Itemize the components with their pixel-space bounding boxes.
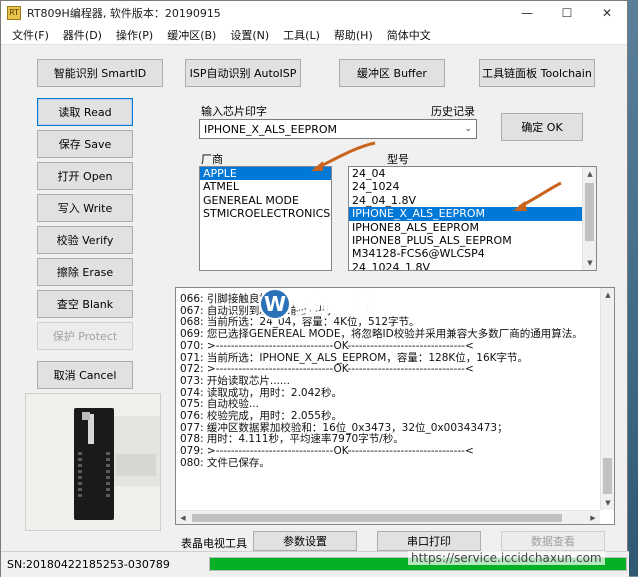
programmer-socket-image xyxy=(25,393,161,531)
data-view-button: 数据查看 xyxy=(501,531,605,551)
desktop-background xyxy=(628,0,638,576)
params-button[interactable]: 参数设置 xyxy=(253,531,357,551)
minimize-button[interactable]: — xyxy=(507,1,547,25)
buffer-button[interactable]: 缓冲区 Buffer xyxy=(339,59,445,87)
log-output[interactable]: 066: 引脚接触良好 067: 自动识别到芯片...前的型号 068: 当前所… xyxy=(175,287,615,525)
maximize-button[interactable]: ☐ xyxy=(547,1,587,25)
erase-button[interactable]: 擦除 Erase xyxy=(37,258,133,286)
scroll-thumb[interactable] xyxy=(585,183,594,241)
model-label: 型号 xyxy=(387,153,409,166)
log-line: 073: 开始读取芯片...... xyxy=(180,374,290,387)
log-horizontal-scrollbar[interactable]: ◀ ▶ xyxy=(176,510,600,524)
history-label: 历史记录 xyxy=(431,105,475,118)
scroll-down-icon[interactable]: ▼ xyxy=(583,256,596,270)
model-list-scrollbar[interactable]: ▲ ▼ xyxy=(582,167,596,270)
scroll-up-icon[interactable]: ▲ xyxy=(583,167,596,181)
log-line: 066: 引脚接触良好 xyxy=(180,293,270,305)
serial-number: SN:20180422185253-030789 xyxy=(7,558,170,571)
app-icon: RT xyxy=(7,6,21,20)
log-vertical-scrollbar[interactable]: ▲ ▼ xyxy=(600,288,614,510)
watermark-w-icon: W xyxy=(259,287,291,320)
blank-button[interactable]: 查空 Blank xyxy=(37,290,133,318)
vendor-item[interactable]: ATMEL xyxy=(200,180,331,193)
scroll-down-icon[interactable]: ▼ xyxy=(601,496,614,510)
log-line: 076: 校验完成，用时：2.055秒。 xyxy=(180,410,342,423)
lcd-tool-label[interactable]: 表晶电视工具 xyxy=(181,535,247,551)
menu-buffer[interactable]: 缓冲区(B) xyxy=(160,27,223,43)
toolchain-button[interactable]: 工具链面板 Toolchain xyxy=(479,59,595,87)
verify-button[interactable]: 校验 Verify xyxy=(37,226,133,254)
write-button[interactable]: 写入 Write xyxy=(37,194,133,222)
vendor-label: 厂商 xyxy=(201,153,223,166)
menu-tools[interactable]: 工具(L) xyxy=(276,27,327,43)
menu-operation[interactable]: 操作(P) xyxy=(109,27,160,43)
window-title: RT809H编程器, 软件版本：20190915 xyxy=(27,7,221,20)
cancel-button[interactable]: 取消 Cancel xyxy=(37,361,133,389)
annotation-arrow-icon xyxy=(513,181,562,211)
serial-print-button[interactable]: 串口打印 xyxy=(377,531,481,551)
model-item[interactable]: 24_1024_1.8V xyxy=(349,261,596,270)
scroll-thumb[interactable] xyxy=(192,514,562,522)
chevron-down-icon[interactable]: ⌄ xyxy=(464,124,472,134)
chip-marking-value: IPHONE_X_ALS_EEPROM xyxy=(204,122,337,136)
protect-button: 保护 Protect xyxy=(37,322,133,350)
close-button[interactable]: ✕ xyxy=(587,1,627,25)
model-item[interactable]: IPHONE8_ALS_EEPROM xyxy=(349,221,596,234)
log-line: 070: >-------------------------------OK-… xyxy=(180,339,474,352)
menu-help[interactable]: 帮助(H) xyxy=(327,27,380,43)
watermark-logo: W 维修客 xyxy=(259,285,374,322)
scroll-up-icon[interactable]: ▲ xyxy=(601,288,614,302)
menu-file[interactable]: 文件(F) xyxy=(5,27,56,43)
menu-language[interactable]: 简体中文 xyxy=(380,27,438,43)
auto-isp-button[interactable]: ISP自动识别 AutoISP xyxy=(185,59,301,87)
chip-marking-combo[interactable]: IPHONE_X_ALS_EEPROM ⌄ xyxy=(199,119,477,139)
smart-id-button[interactable]: 智能识别 SmartID xyxy=(37,59,163,87)
log-lines: 066: 引脚接触良好 067: 自动识别到芯片...前的型号 068: 当前所… xyxy=(176,288,614,470)
menu-bar: 文件(F) 器件(D) 操作(P) 缓冲区(B) 设置(N) 工具(L) 帮助(… xyxy=(1,25,627,45)
model-item[interactable]: IPHONE8_PLUS_ALS_EEPROM xyxy=(349,234,596,247)
vendor-list[interactable]: APPLE ATMEL GENEREAL MODE STMICROELECTRO… xyxy=(199,166,332,271)
model-item[interactable]: M34128-FCS6@WLCSP4 xyxy=(349,247,596,260)
chip-marking-label: 输入芯片印字 xyxy=(201,105,267,118)
log-line: 080: 文件已保存。 xyxy=(180,456,270,469)
scroll-thumb[interactable] xyxy=(603,458,612,494)
menu-device[interactable]: 器件(D) xyxy=(56,27,109,43)
vendor-item[interactable]: GENEREAL MODE xyxy=(200,194,331,207)
watermark-url: https://service.iccidchaxun.com xyxy=(408,551,605,565)
scroll-right-icon[interactable]: ▶ xyxy=(586,511,600,524)
vendor-item[interactable]: STMICROELECTRONICS xyxy=(200,207,331,220)
menu-settings[interactable]: 设置(N) xyxy=(223,27,276,43)
watermark-logo-text: 维修客 xyxy=(294,291,374,322)
read-button[interactable]: 读取 Read xyxy=(37,98,133,126)
ok-button[interactable]: 确定 OK xyxy=(501,113,583,141)
zif-socket-icon xyxy=(26,394,160,530)
title-bar: RT RT809H编程器, 软件版本：20190915 — ☐ ✕ xyxy=(1,1,627,25)
save-button[interactable]: 保存 Save xyxy=(37,130,133,158)
scroll-left-icon[interactable]: ◀ xyxy=(176,511,190,524)
app-window: RT RT809H编程器, 软件版本：20190915 — ☐ ✕ 文件(F) … xyxy=(0,0,629,577)
open-button[interactable]: 打开 Open xyxy=(37,162,133,190)
annotation-arrow-icon xyxy=(311,141,376,171)
